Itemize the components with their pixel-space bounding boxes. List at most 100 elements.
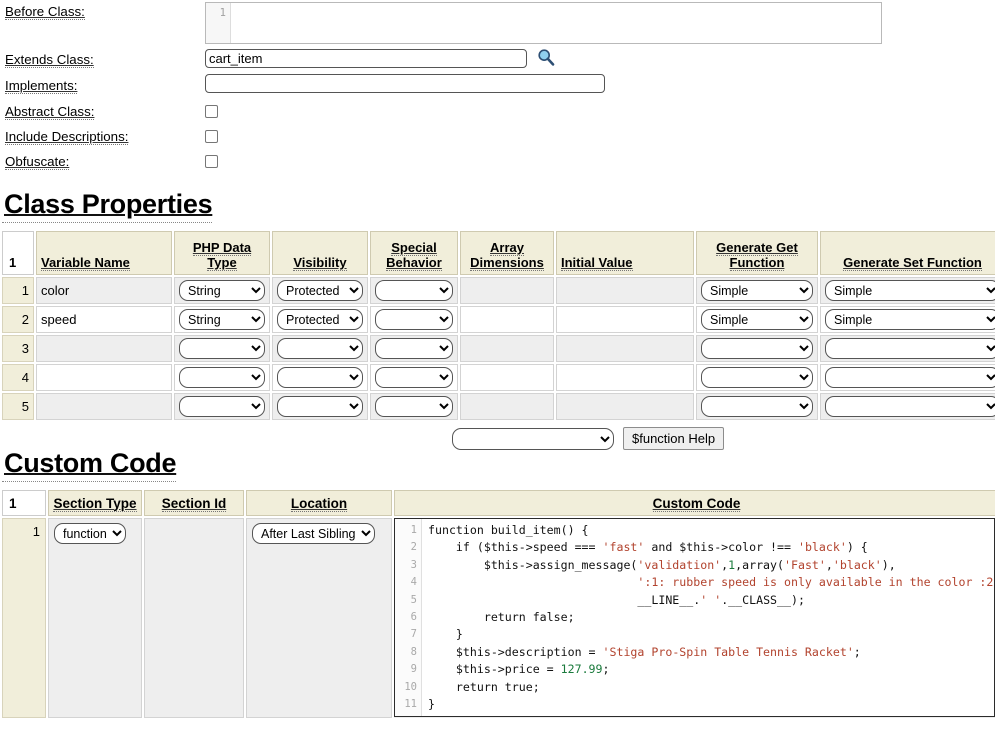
class-properties-heading: Class Properties (2, 189, 212, 223)
cell-initial-value[interactable] (556, 364, 694, 391)
generate-set-select[interactable] (825, 338, 995, 359)
custom-code-heading-wrap: Custom Code $function Help (0, 422, 995, 488)
cell-array-dimensions[interactable] (460, 277, 554, 304)
generate-set-select[interactable]: Simple (825, 309, 995, 330)
implements-input[interactable] (205, 74, 605, 93)
row-number: 2 (2, 306, 34, 333)
abstract-class-label: Abstract Class: (5, 104, 94, 120)
column-header-special-behavior-line1: Special (391, 240, 437, 256)
visibility-select[interactable] (277, 396, 363, 417)
php-data-type-select[interactable]: String (179, 309, 265, 330)
cell-generate-get (696, 335, 818, 362)
column-header-php-data-type-text: PHP Data Type (193, 240, 251, 271)
column-header-array-dimensions: Array Dimensions (460, 231, 554, 275)
generate-set-select[interactable]: Simple (825, 280, 995, 301)
column-header-section-id-text: Section Id (162, 496, 227, 512)
cell-special-behavior (370, 306, 458, 333)
special-behavior-select[interactable] (375, 338, 453, 359)
before-class-label-cell: Before Class: (5, 0, 205, 19)
visibility-select[interactable]: Protected (277, 280, 363, 301)
custom-code-table: 1 Section Type Section Id Location Custo… (0, 488, 995, 720)
cell-initial-value[interactable] (556, 277, 694, 304)
php-data-type-select[interactable] (179, 367, 265, 388)
form-row-implements: Implements: (5, 74, 995, 100)
custom-code-text[interactable]: function build_item() { if ($this->speed… (422, 519, 994, 716)
cell-array-dimensions[interactable] (460, 306, 554, 333)
generate-get-select[interactable] (701, 396, 813, 417)
cell-section-id[interactable] (144, 518, 244, 718)
custom-code-index-header: 1 (2, 490, 46, 516)
obfuscate-label-cell: Obfuscate: (5, 150, 205, 169)
visibility-select[interactable] (277, 338, 363, 359)
column-header-visibility-text: Visibility (293, 255, 346, 271)
implements-label: Implements: (5, 78, 77, 94)
location-select[interactable]: After Last Sibling (252, 523, 375, 544)
function-help-button[interactable]: $function Help (623, 427, 724, 450)
before-class-editor[interactable]: 1 (205, 2, 882, 44)
generate-get-select[interactable]: Simple (701, 309, 813, 330)
obfuscate-control (205, 150, 995, 168)
cell-initial-value[interactable] (556, 393, 694, 420)
special-behavior-select[interactable] (375, 309, 453, 330)
cell-custom-code: 1 2 3 4 5 6 7 8 9 10 11 function build_i… (394, 518, 995, 718)
cell-special-behavior (370, 277, 458, 304)
cell-variable-name[interactable] (36, 393, 172, 420)
form-row-obfuscate: Obfuscate: (5, 150, 995, 175)
generate-get-select[interactable] (701, 367, 813, 388)
cell-initial-value[interactable] (556, 335, 694, 362)
cell-variable-name[interactable]: color (36, 277, 172, 304)
column-header-generate-get: Generate Get Function (696, 231, 818, 275)
column-header-generate-get-line1: Generate Get (716, 240, 798, 256)
function-select[interactable] (452, 428, 614, 450)
before-class-code-area[interactable] (231, 3, 881, 43)
class-properties-table: 1 Variable Name PHP Data Type Visibility… (0, 229, 995, 422)
generate-set-select[interactable] (825, 367, 995, 388)
form-row-include-descriptions: Include Descriptions: (5, 125, 995, 150)
form-row-before-class: Before Class: 1 (5, 0, 995, 48)
code-generator-page: Before Class: 1 Extends Class: (0, 0, 995, 742)
visibility-select[interactable]: Protected (277, 309, 363, 330)
row-number: 1 (2, 277, 34, 304)
custom-code-heading: Custom Code (2, 448, 176, 482)
custom-code-editor[interactable]: 1 2 3 4 5 6 7 8 9 10 11 function build_i… (394, 518, 995, 717)
special-behavior-select[interactable] (375, 396, 453, 417)
php-data-type-select[interactable]: String (179, 280, 265, 301)
cell-visibility (272, 364, 368, 391)
table-row: 3 (2, 335, 995, 362)
abstract-class-checkbox[interactable] (205, 105, 218, 118)
row-number: 4 (2, 364, 34, 391)
cell-visibility (272, 335, 368, 362)
column-header-php-data-type: PHP Data Type (174, 231, 270, 275)
generate-set-select[interactable] (825, 396, 995, 417)
cell-array-dimensions[interactable] (460, 393, 554, 420)
extends-class-input[interactable] (205, 49, 527, 68)
class-properties-heading-wrap: Class Properties (0, 175, 995, 229)
cell-array-dimensions[interactable] (460, 335, 554, 362)
cell-variable-name[interactable]: speed (36, 306, 172, 333)
table-row: 4 (2, 364, 995, 391)
obfuscate-checkbox[interactable] (205, 155, 218, 168)
generate-get-select[interactable]: Simple (701, 280, 813, 301)
cell-initial-value[interactable] (556, 306, 694, 333)
php-data-type-select[interactable] (179, 396, 265, 417)
visibility-select[interactable] (277, 367, 363, 388)
cell-variable-name[interactable] (36, 335, 172, 362)
special-behavior-select[interactable] (375, 280, 453, 301)
cell-variable-name[interactable] (36, 364, 172, 391)
implements-control (205, 74, 995, 93)
magnifier-icon[interactable] (537, 54, 555, 69)
section-type-select[interactable]: function (54, 523, 126, 544)
cell-array-dimensions[interactable] (460, 364, 554, 391)
special-behavior-select[interactable] (375, 367, 453, 388)
php-data-type-select[interactable] (179, 338, 265, 359)
class-properties-index-header: 1 (2, 231, 34, 275)
cell-visibility (272, 393, 368, 420)
generate-get-select[interactable] (701, 338, 813, 359)
column-header-generate-get-line2: Function (730, 255, 785, 271)
extends-class-label: Extends Class: (5, 52, 94, 68)
form-row-abstract-class: Abstract Class: (5, 100, 995, 125)
cell-generate-set (820, 364, 995, 391)
column-header-section-type: Section Type (48, 490, 142, 516)
custom-code-row: 1 function After Last Sibling 1 2 3 4 5 … (2, 518, 995, 718)
include-descriptions-checkbox[interactable] (205, 130, 218, 143)
